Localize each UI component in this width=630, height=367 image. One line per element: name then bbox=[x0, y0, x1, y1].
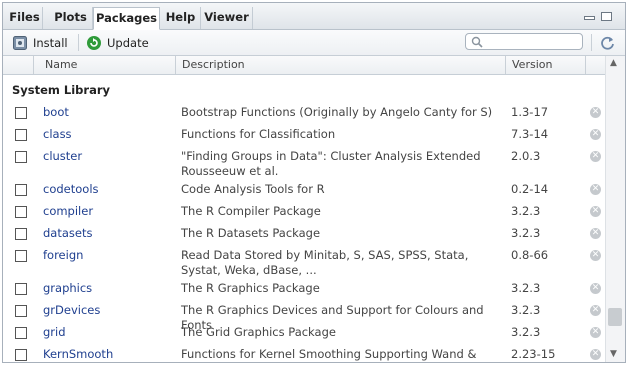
package-checkbox[interactable] bbox=[15, 250, 27, 262]
update-button[interactable]: Update bbox=[87, 33, 149, 52]
remove-icon[interactable]: ✕ bbox=[590, 184, 601, 195]
package-description: Functions for Kernel Smoothing Supportin… bbox=[181, 347, 477, 361]
column-description[interactable]: Description bbox=[182, 58, 245, 71]
package-version: 0.8-66 bbox=[511, 248, 549, 262]
package-description: Bootstrap Functions (Originally by Angel… bbox=[181, 105, 493, 119]
package-version: 1.3-17 bbox=[511, 105, 549, 119]
search-input[interactable] bbox=[465, 33, 583, 50]
install-button[interactable]: Install bbox=[13, 33, 68, 52]
package-checkbox[interactable] bbox=[15, 349, 27, 361]
package-description: "Finding Groups in Data": Cluster Analys… bbox=[181, 149, 481, 178]
package-name[interactable]: grDevices bbox=[43, 303, 100, 317]
minimize-icon[interactable] bbox=[584, 16, 595, 20]
package-name[interactable]: KernSmooth bbox=[43, 347, 113, 361]
package-name[interactable]: codetools bbox=[43, 182, 99, 196]
column-header: Name Description Version bbox=[3, 56, 605, 75]
package-list: System Library boot Bootstrap Functions … bbox=[3, 75, 605, 362]
column-version[interactable]: Version bbox=[512, 58, 552, 71]
package-checkbox[interactable] bbox=[15, 206, 27, 218]
scroll-down-icon[interactable]: ▼ bbox=[610, 349, 617, 359]
package-version: 3.2.3 bbox=[511, 325, 541, 339]
package-description: Read Data Stored by Minitab, S, SAS, SPS… bbox=[181, 248, 469, 277]
package-version: 2.23-15 bbox=[511, 347, 556, 361]
toolbar: Install Update bbox=[3, 30, 625, 56]
remove-icon[interactable]: ✕ bbox=[590, 151, 601, 162]
package-version: 3.2.3 bbox=[511, 281, 541, 295]
package-description: The R Datasets Package bbox=[181, 226, 321, 240]
package-name[interactable]: graphics bbox=[43, 281, 92, 295]
package-checkbox[interactable] bbox=[15, 327, 27, 339]
remove-icon[interactable]: ✕ bbox=[590, 206, 601, 217]
scrollbar-thumb[interactable] bbox=[608, 308, 622, 326]
package-checkbox[interactable] bbox=[15, 151, 27, 163]
scroll-up-icon[interactable]: ▲ bbox=[610, 58, 617, 68]
package-checkbox[interactable] bbox=[15, 129, 27, 141]
package-description: The R Graphics Package bbox=[181, 281, 320, 295]
remove-icon[interactable]: ✕ bbox=[590, 305, 601, 316]
search-icon bbox=[471, 36, 483, 48]
tab-viewer[interactable]: Viewer bbox=[201, 7, 253, 29]
column-name[interactable]: Name bbox=[45, 58, 77, 71]
tab-bar: Files Plots Packages Help Viewer bbox=[3, 3, 625, 30]
remove-icon[interactable]: ✕ bbox=[590, 129, 601, 140]
package-description: Functions for Classification bbox=[181, 127, 336, 141]
package-description: Code Analysis Tools for R bbox=[181, 182, 325, 196]
remove-icon[interactable]: ✕ bbox=[590, 327, 601, 338]
tab-plots[interactable]: Plots bbox=[49, 7, 93, 29]
package-checkbox[interactable] bbox=[15, 107, 27, 119]
remove-icon[interactable]: ✕ bbox=[590, 107, 601, 118]
package-version: 3.2.3 bbox=[511, 226, 541, 240]
package-version: 7.3-14 bbox=[511, 127, 549, 141]
package-name[interactable]: foreign bbox=[43, 248, 83, 262]
package-checkbox[interactable] bbox=[15, 305, 27, 317]
package-description: The R Compiler Package bbox=[181, 204, 321, 218]
section-title: System Library bbox=[12, 83, 111, 97]
package-version: 3.2.3 bbox=[511, 204, 541, 218]
package-description: The Grid Graphics Package bbox=[181, 325, 336, 339]
package-checkbox[interactable] bbox=[15, 228, 27, 240]
package-name[interactable]: datasets bbox=[43, 226, 92, 240]
remove-icon[interactable]: ✕ bbox=[590, 250, 601, 261]
package-checkbox[interactable] bbox=[15, 184, 27, 196]
package-name[interactable]: cluster bbox=[43, 149, 82, 163]
refresh-icon[interactable] bbox=[600, 35, 616, 51]
package-version: 3.2.3 bbox=[511, 303, 541, 317]
package-name[interactable]: boot bbox=[43, 105, 69, 119]
tab-packages[interactable]: Packages bbox=[93, 7, 160, 30]
package-name[interactable]: compiler bbox=[43, 204, 93, 218]
packages-pane: Files Plots Packages Help Viewer Install… bbox=[2, 2, 626, 363]
remove-icon[interactable]: ✕ bbox=[590, 228, 601, 239]
tab-files[interactable]: Files bbox=[7, 7, 43, 29]
toolbar-separator bbox=[78, 34, 79, 51]
package-checkbox[interactable] bbox=[15, 283, 27, 295]
install-icon bbox=[13, 35, 27, 50]
vertical-scrollbar[interactable]: ▲ ▼ bbox=[605, 56, 625, 362]
remove-icon[interactable]: ✕ bbox=[590, 349, 601, 360]
package-name[interactable]: class bbox=[43, 127, 72, 141]
package-version: 0.2-14 bbox=[511, 182, 549, 196]
update-icon bbox=[87, 35, 101, 50]
package-version: 2.0.3 bbox=[511, 149, 541, 163]
toolbar-separator bbox=[591, 34, 592, 51]
package-name[interactable]: grid bbox=[43, 325, 66, 339]
tab-help[interactable]: Help bbox=[161, 7, 201, 29]
maximize-icon[interactable] bbox=[601, 12, 612, 21]
remove-icon[interactable]: ✕ bbox=[590, 283, 601, 294]
